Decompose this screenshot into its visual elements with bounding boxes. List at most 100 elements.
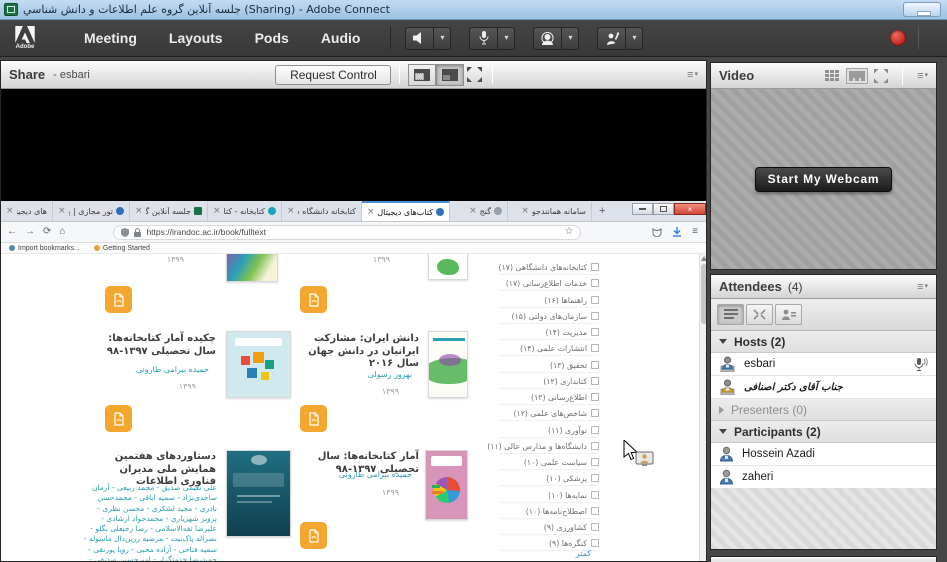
tab-close-icon[interactable]: × bbox=[213, 206, 221, 216]
back-icon[interactable]: ← bbox=[7, 227, 17, 237]
book-cover[interactable] bbox=[226, 450, 291, 537]
checkbox[interactable] bbox=[591, 458, 599, 466]
book-cover[interactable] bbox=[226, 254, 278, 282]
video-pod-menu-button[interactable]: ≡▾ bbox=[917, 70, 928, 82]
checkbox[interactable] bbox=[591, 344, 599, 352]
presenters-section-header[interactable]: Presenters (0) bbox=[711, 399, 936, 421]
webcam-dropdown[interactable]: ▾ bbox=[562, 27, 579, 50]
checkbox[interactable] bbox=[591, 328, 599, 336]
hosts-section-header[interactable]: Hosts (2) bbox=[711, 331, 936, 353]
checkbox[interactable] bbox=[591, 507, 599, 515]
book-author[interactable]: حمیده بیرامی طارونی bbox=[299, 470, 412, 479]
category-item[interactable]: دانشگاه‌ها و مدارس عالی (۱۱) bbox=[499, 439, 599, 454]
microphone-dropdown[interactable]: ▾ bbox=[498, 27, 515, 50]
checkbox[interactable] bbox=[591, 377, 599, 385]
category-item[interactable]: سازمان‌های دولتی (۱۵) bbox=[499, 309, 599, 324]
checkbox[interactable] bbox=[591, 263, 599, 271]
checkbox[interactable] bbox=[591, 393, 599, 401]
category-item[interactable]: انتشارات علمی (۱۴) bbox=[499, 341, 599, 356]
browser-tab[interactable]: های دیجیتال ایران × bbox=[1, 201, 53, 221]
book-author[interactable]: بهروز رسولی bbox=[299, 370, 412, 379]
category-item[interactable]: کشاورزی (۹) bbox=[499, 520, 599, 535]
video-fullscreen-icon[interactable] bbox=[874, 69, 888, 83]
book-title[interactable]: دانش ایران: مشارکت ایرانیان در دانش جهان… bbox=[299, 333, 419, 371]
menu-pods[interactable]: Pods bbox=[255, 30, 289, 46]
browser-close-button[interactable]: × bbox=[674, 203, 706, 215]
browser-tab-active[interactable]: کتاب‌های دیجیتال ایران × bbox=[362, 201, 450, 221]
pdf-download-icon[interactable] bbox=[300, 286, 327, 313]
attendee-row-zaheri[interactable]: zaheri bbox=[711, 466, 936, 489]
breakout-view-button[interactable] bbox=[746, 304, 773, 325]
tab-close-icon[interactable]: × bbox=[135, 206, 143, 216]
tab-close-icon[interactable]: × bbox=[287, 206, 295, 216]
checkbox[interactable] bbox=[591, 361, 599, 369]
tab-close-icon[interactable]: × bbox=[521, 206, 529, 216]
checkbox[interactable] bbox=[591, 279, 599, 287]
download-icon[interactable] bbox=[672, 227, 682, 237]
browser-tab[interactable]: جلسه آنلاین گروه عل × bbox=[130, 201, 208, 221]
category-item[interactable]: کتابخانه‌های دانشگاهی (۱۷) bbox=[499, 260, 599, 275]
checkbox[interactable] bbox=[591, 491, 599, 499]
speaker-button[interactable] bbox=[405, 27, 434, 50]
category-item[interactable]: تحقیق (۱۳) bbox=[499, 358, 599, 373]
browser-minimize-button[interactable] bbox=[632, 203, 653, 215]
category-item[interactable]: پزشکی (۱۰) bbox=[499, 471, 599, 486]
pdf-download-icon[interactable] bbox=[105, 286, 132, 313]
protection-shield-icon[interactable] bbox=[652, 228, 662, 237]
browser-tab[interactable]: تور مجازی | پژوهشگاه × bbox=[53, 201, 130, 221]
menu-meeting[interactable]: Meeting bbox=[84, 30, 137, 46]
attendee-row-esbari[interactable]: esbari bbox=[711, 353, 936, 376]
request-control-button[interactable]: Request Control bbox=[275, 65, 391, 85]
checkbox[interactable] bbox=[591, 426, 599, 434]
share-view-pod-button[interactable] bbox=[436, 64, 464, 86]
category-item[interactable]: اطلاع‌رسانی (۱۲) bbox=[499, 390, 599, 405]
checkbox[interactable] bbox=[591, 312, 599, 320]
filmstrip-view-icon[interactable] bbox=[846, 68, 868, 84]
scroll-up-icon[interactable] bbox=[701, 256, 706, 261]
pdf-download-icon[interactable] bbox=[105, 405, 132, 432]
book-cover[interactable] bbox=[226, 331, 291, 398]
category-item[interactable]: نوآوری (۱۱) bbox=[499, 423, 599, 438]
browser-maximize-button[interactable] bbox=[653, 203, 674, 215]
category-item[interactable]: سیاست علمی (۱۰) bbox=[499, 455, 599, 470]
attendee-row-host2[interactable]: جناب آقای دکتر اصنافی bbox=[711, 376, 936, 399]
tab-close-icon[interactable]: × bbox=[469, 206, 477, 216]
start-webcam-button[interactable]: Start My Webcam bbox=[755, 167, 893, 192]
tab-close-icon[interactable]: × bbox=[367, 207, 375, 217]
reload-icon[interactable]: ⟳ bbox=[43, 227, 51, 237]
attendee-status-view-button[interactable] bbox=[775, 304, 802, 325]
raise-hand-dropdown[interactable]: ▾ bbox=[626, 27, 643, 50]
new-tab-button[interactable]: + bbox=[592, 201, 612, 221]
browser-tab[interactable]: سامانه همانندجو × bbox=[508, 201, 592, 221]
book-title[interactable]: چکیده آمار کتابخانه‌ها: سال تحصیلی ۱۳۹۷-… bbox=[84, 333, 216, 358]
home-icon[interactable]: ⌂ bbox=[59, 227, 65, 237]
menu-layouts[interactable]: Layouts bbox=[169, 30, 223, 46]
scrollbar-thumb[interactable] bbox=[701, 264, 706, 324]
checkbox[interactable] bbox=[591, 523, 599, 531]
speaker-dropdown[interactable]: ▾ bbox=[434, 27, 451, 50]
browser-menu-icon[interactable]: ≡ bbox=[692, 227, 698, 237]
category-item[interactable]: نمایه‌ها (۱۰) bbox=[499, 488, 599, 503]
getting-started-item[interactable]: Getting Started bbox=[94, 245, 150, 252]
share-view-pointer-button[interactable] bbox=[408, 64, 436, 86]
menu-audio[interactable]: Audio bbox=[321, 30, 361, 46]
grid-view-icon[interactable] bbox=[825, 70, 840, 82]
page-scrollbar[interactable] bbox=[699, 254, 706, 561]
checkbox[interactable] bbox=[591, 296, 599, 304]
category-item[interactable]: شاخص‌های علمی (۱۲) bbox=[499, 406, 599, 421]
checkbox[interactable] bbox=[591, 442, 599, 450]
webcam-button[interactable] bbox=[533, 27, 562, 50]
book-cover[interactable] bbox=[428, 331, 468, 398]
book-cover[interactable] bbox=[425, 450, 468, 520]
checkbox[interactable] bbox=[591, 409, 599, 417]
show-less-link[interactable]: کمتر bbox=[576, 549, 591, 558]
raise-hand-button[interactable] bbox=[597, 27, 626, 50]
browser-tab[interactable]: گنج × bbox=[450, 201, 508, 221]
book-author[interactable]: حمیده بیرامی طارونی bbox=[84, 365, 209, 374]
browser-tab[interactable]: کتابخانه دانشگاه شهید به × bbox=[282, 201, 362, 221]
pdf-download-icon[interactable] bbox=[300, 405, 327, 432]
attendee-row-hossein[interactable]: Hossein Azadi bbox=[711, 443, 936, 466]
checkbox[interactable] bbox=[591, 474, 599, 482]
book-authors[interactable]: علی نعیمی صدیق - محمد ربیعی - آرمان ساجد… bbox=[79, 483, 217, 561]
category-item[interactable]: مدیریت (۱۴) bbox=[499, 325, 599, 340]
